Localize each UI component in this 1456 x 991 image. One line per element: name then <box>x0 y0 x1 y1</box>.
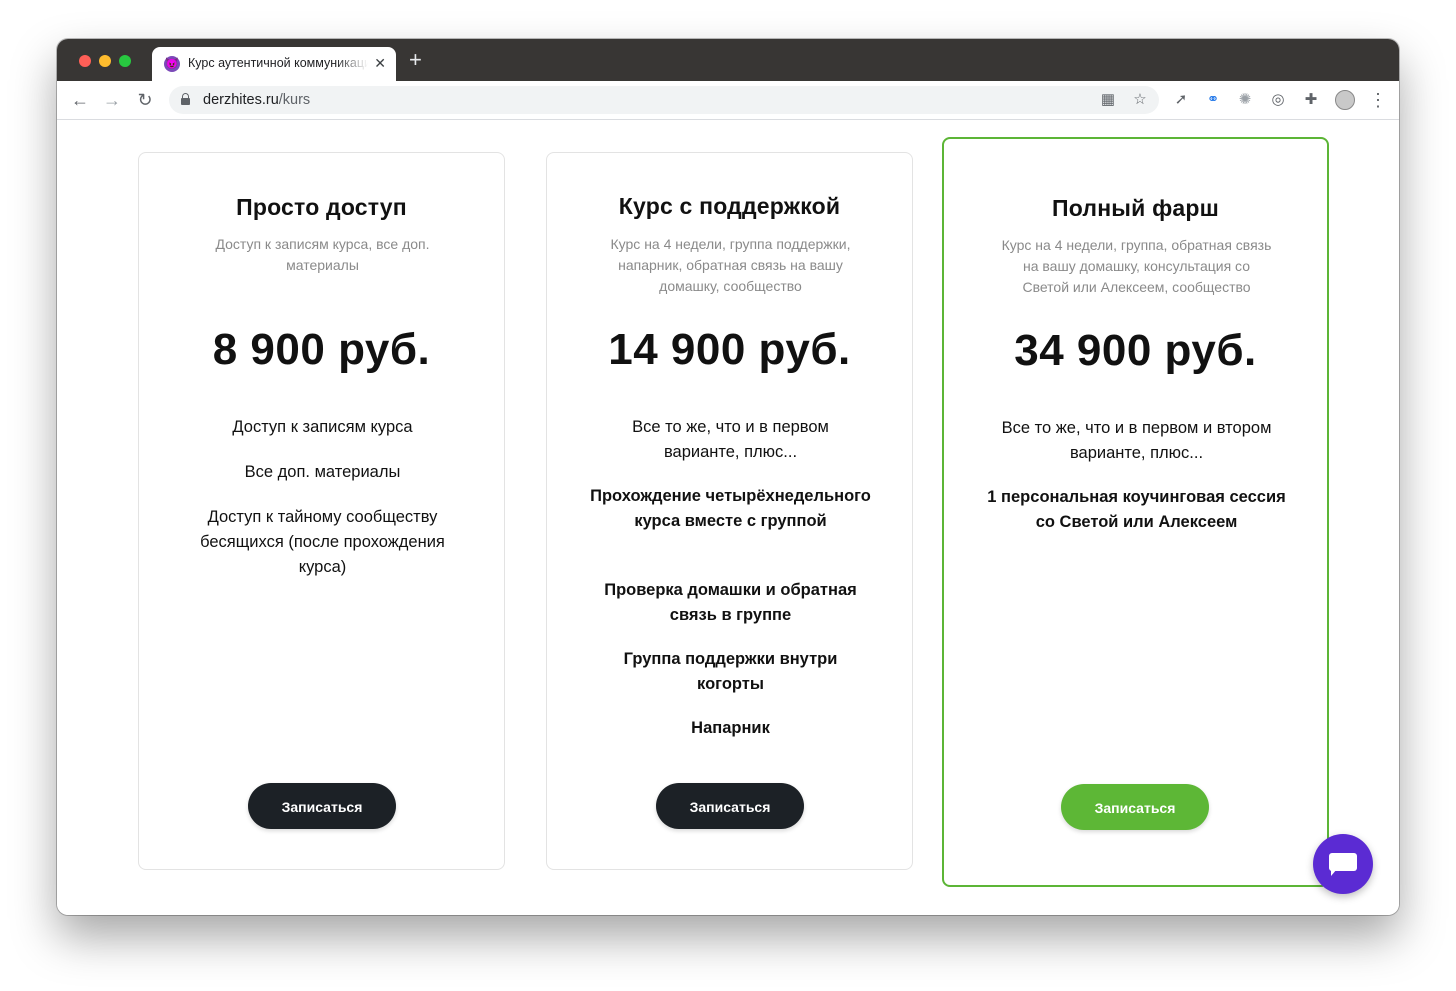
close-window-button[interactable] <box>79 55 91 67</box>
tab-title: Курс аутентичной коммуникации <box>188 56 368 70</box>
url-text[interactable]: derzhites.ru/kurs <box>203 92 310 108</box>
qr-code-icon[interactable]: ▦ <box>1099 91 1117 109</box>
address-bar[interactable]: derzhites.ru/kurs ▦ ☆ <box>169 86 1159 114</box>
browser-toolbar: ← → ↻ derzhites.ru/kurs ▦ ☆ ➚ ⚭ ✺ ◎ ✚ ⋮ <box>57 81 1399 120</box>
plan-card-support: Курс с поддержкой Курс на 4 недели, груп… <box>546 152 913 870</box>
plan-title: Полный фарш <box>1051 195 1220 221</box>
plan-description: Курс на 4 недели, группа поддержки, напа… <box>610 236 851 294</box>
plan-feature: Группа поддержки внутри когорты <box>623 650 838 693</box>
minimize-window-button[interactable] <box>99 55 111 67</box>
kebab-menu-icon[interactable]: ⋮ <box>1369 89 1387 111</box>
plan-price: 8 900 руб. <box>212 325 431 374</box>
rocket-icon[interactable]: ➚ <box>1171 90 1191 110</box>
maximize-window-button[interactable] <box>119 55 131 67</box>
plan-title: Просто доступ <box>236 194 407 220</box>
plan-price: 14 900 руб. <box>608 325 851 374</box>
globe-icon[interactable]: ✺ <box>1235 90 1255 110</box>
plan-feature: Напарник <box>691 719 770 737</box>
plan-feature: Доступ к записям курса <box>232 418 413 436</box>
plan-title: Курс с поддержкой <box>618 193 841 219</box>
forward-arrow-icon[interactable]: → <box>101 89 123 111</box>
plan-description: Курс на 4 недели, группа, обратная связь… <box>1001 237 1272 295</box>
lock-icon[interactable] <box>181 93 190 105</box>
enroll-button[interactable]: Записаться <box>248 783 396 829</box>
plan-description: Доступ к записям курса, все доп. материа… <box>215 236 430 273</box>
link-icon[interactable]: ⚭ <box>1203 90 1223 110</box>
enroll-button[interactable]: Записаться <box>1061 784 1209 830</box>
profile-avatar[interactable] <box>1335 90 1355 110</box>
plan-price: 34 900 руб. <box>1014 326 1257 375</box>
plan-feature: Прохождение четырёхнедельного курса вмес… <box>590 487 871 530</box>
tab-strip: 😈 Курс аутентичной коммуникации ✕ + <box>57 39 1399 81</box>
star-icon[interactable]: ☆ <box>1131 91 1149 109</box>
plan-feature: Все доп. материалы <box>244 463 401 481</box>
page-content: Просто доступ Доступ к записям курса, вс… <box>57 120 1399 915</box>
chat-widget-button[interactable] <box>1313 834 1373 894</box>
puzzle-icon[interactable]: ✚ <box>1301 90 1321 110</box>
new-tab-button[interactable]: + <box>409 49 422 71</box>
target-icon[interactable]: ◎ <box>1268 90 1288 110</box>
plan-feature: Доступ к тайному сообществу бесящихся (п… <box>200 508 445 576</box>
browser-tab[interactable]: 😈 Курс аутентичной коммуникации ✕ <box>152 47 396 81</box>
tab-close-icon[interactable]: ✕ <box>374 55 386 72</box>
plan-card-basic: Просто доступ Доступ к записям курса, вс… <box>138 152 505 870</box>
plan-feature: 1 персональная коучинговая сессия со Све… <box>987 488 1286 531</box>
plan-feature: Все то же, что и в первом варианте, плюс… <box>632 418 829 461</box>
reload-icon[interactable]: ↻ <box>134 89 156 111</box>
devil-favicon-icon: 😈 <box>164 56 180 72</box>
back-arrow-icon[interactable]: ← <box>69 89 91 111</box>
plan-feature: Проверка домашки и обратная связь в груп… <box>604 581 857 624</box>
enroll-button[interactable]: Записаться <box>656 783 804 829</box>
plan-feature: Все то же, что и в первом и втором вариа… <box>1001 419 1272 462</box>
plan-card-full: Полный фарш Курс на 4 недели, группа, об… <box>942 137 1329 887</box>
browser-window: 😈 Курс аутентичной коммуникации ✕ + ← → … <box>57 39 1399 915</box>
